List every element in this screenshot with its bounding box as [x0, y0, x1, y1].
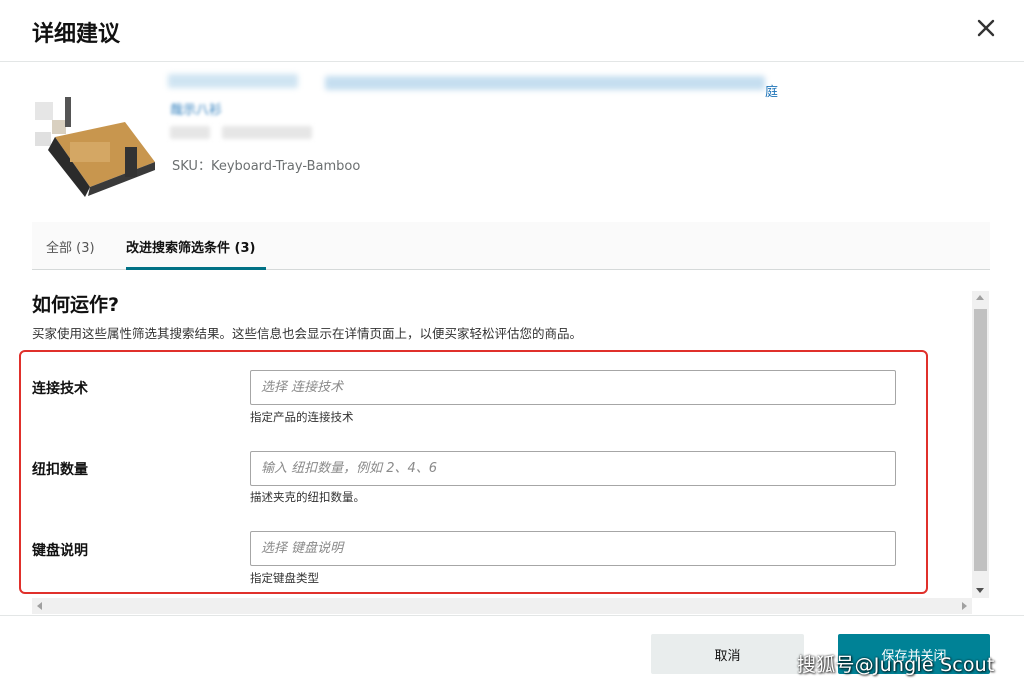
product-title-line2[interactable]: 哉示八衫 [170, 99, 222, 118]
horizontal-scrollbar[interactable] [32, 598, 972, 614]
button-count-input[interactable] [250, 451, 896, 486]
vertical-scrollbar[interactable] [972, 291, 989, 598]
product-title-blurred [168, 74, 298, 88]
field-label-button-count: 纽扣数量 [32, 462, 88, 478]
product-title-blurred [325, 76, 765, 90]
scroll-left-icon[interactable] [37, 602, 42, 610]
field-hint-keyboard-description: 指定键盘类型 [250, 571, 319, 585]
dialog-title: 详细建议 [32, 22, 121, 47]
product-image [30, 92, 160, 212]
tab-improve-search-filters[interactable]: 改进搜索筛选条件 (3) [126, 237, 255, 256]
tab-all[interactable]: 全部 (3) [46, 237, 95, 256]
product-sku: SKU：Keyboard-Tray-Bamboo [172, 159, 361, 174]
section-description: 买家使用这些属性筛选其搜索结果。这些信息也会显示在详情页面上，以便买家轻松评估您… [32, 326, 583, 341]
field-label-keyboard-description: 键盘说明 [32, 543, 88, 559]
product-summary: 庭 哉示八衫 SKU：Keyboard-Tray-Bamboo [0, 62, 1024, 212]
field-label-connectivity: 连接技术 [32, 381, 88, 397]
tab-bar: 全部 (3) 改进搜索筛选条件 (3) [32, 222, 990, 270]
keyboard-description-select[interactable] [250, 531, 896, 566]
product-title-link[interactable]: 庭 [765, 81, 778, 100]
field-hint-button-count: 描述夹克的纽扣数量。 [250, 490, 365, 504]
dialog-header: 详细建议 [0, 0, 1024, 62]
scrollbar-thumb[interactable] [974, 309, 987, 571]
active-tab-indicator [126, 267, 266, 270]
product-meta-blurred [170, 126, 210, 139]
close-icon[interactable] [972, 14, 1000, 42]
watermark: 搜狐号@Jungle Scout [797, 654, 995, 676]
cancel-button[interactable]: 取消 [651, 634, 804, 674]
section-title: 如何运作? [32, 294, 120, 316]
scroll-up-icon[interactable] [976, 295, 984, 300]
field-hint-connectivity: 指定产品的连接技术 [250, 410, 354, 424]
product-meta-blurred [222, 126, 312, 139]
scroll-down-icon[interactable] [976, 588, 984, 593]
connectivity-select[interactable] [250, 370, 896, 405]
scroll-right-icon[interactable] [962, 602, 967, 610]
